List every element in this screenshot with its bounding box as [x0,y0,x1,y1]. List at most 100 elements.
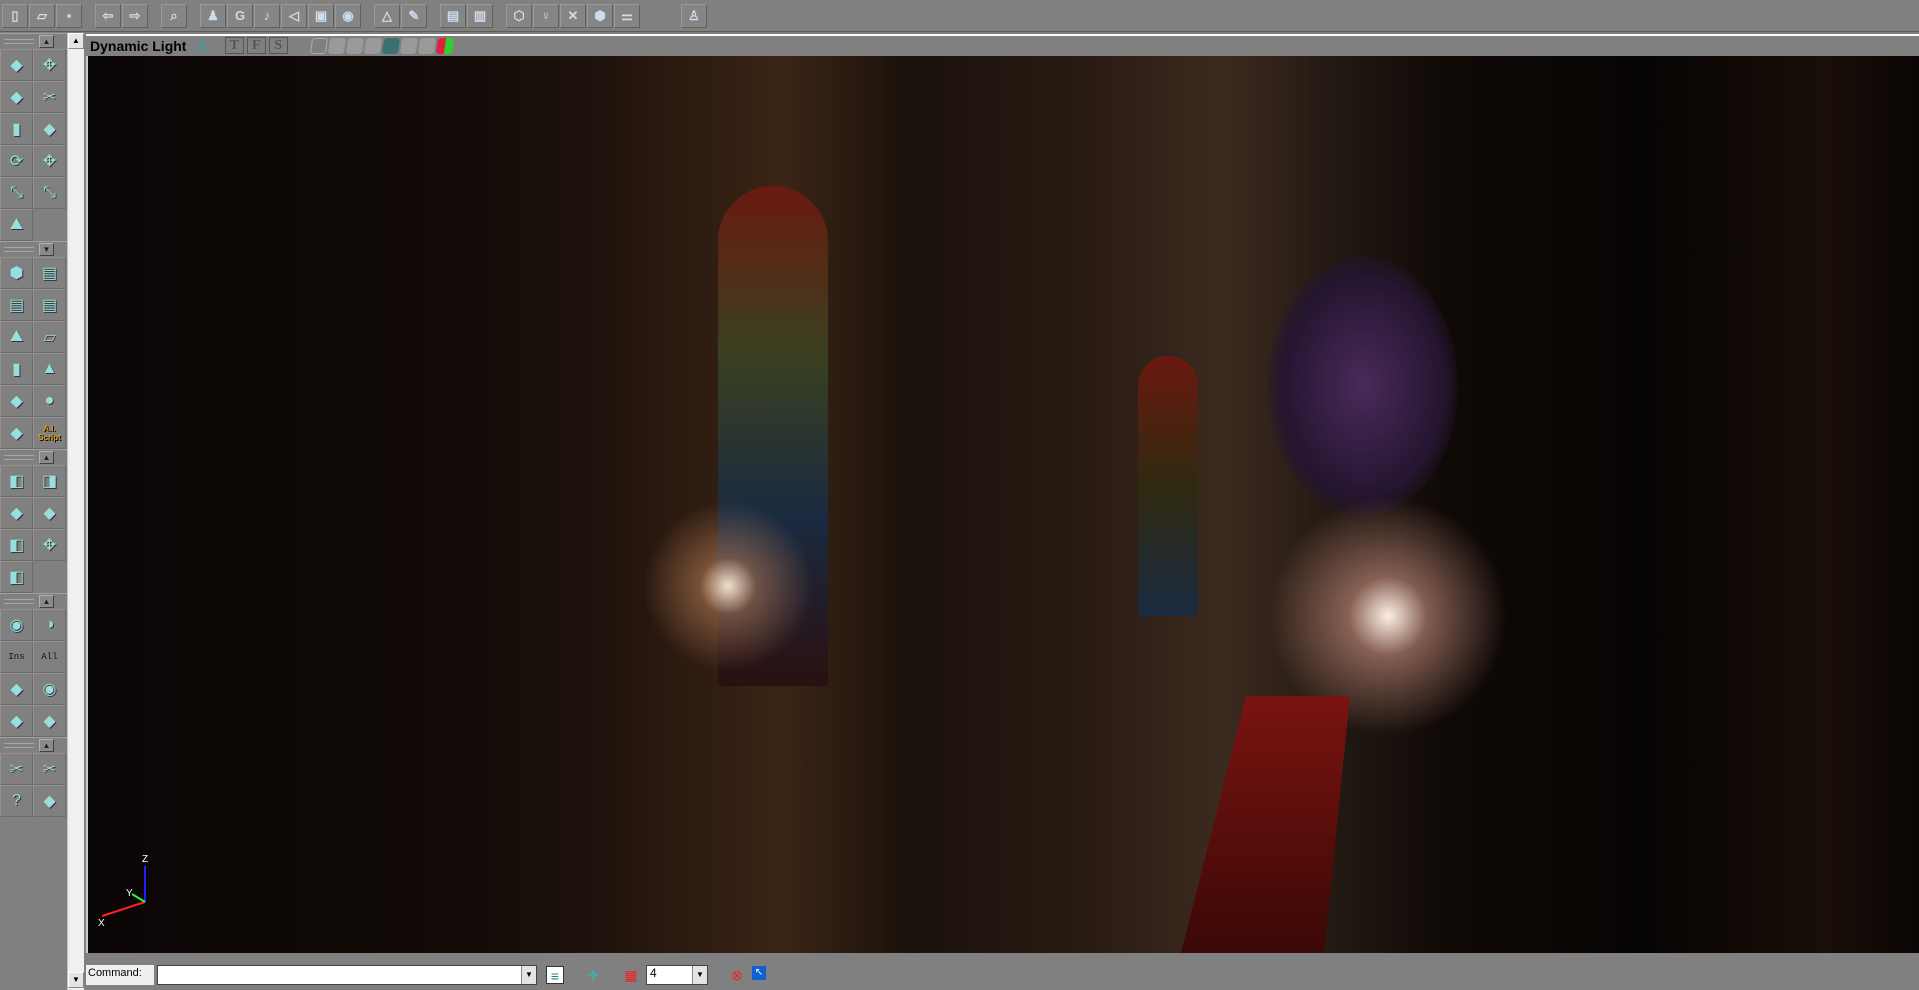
binoculars-search-button[interactable]: ⌕ [161,3,187,28]
view-s-button[interactable]: S [268,37,288,54]
camera-clip-icon[interactable]: ✂ [0,753,33,785]
move-actor-icon[interactable]: ✥ [33,145,66,177]
texture-usage-mode-icon[interactable] [435,37,454,54]
select-all-icon[interactable]: All [33,641,66,673]
rotation-grid-icon[interactable]: ⊗ [728,966,746,984]
grid-size-dropdown-button[interactable]: ▼ [692,966,707,984]
music-browser-button[interactable]: ♪ [254,3,280,28]
grip-handle[interactable] [4,599,34,604]
deintersect-brush-icon[interactable]: ◆ [33,497,66,529]
undo-arrow-button[interactable]: ⇦ [95,3,121,28]
align-grid-icon[interactable]: ◆ [0,705,33,737]
actor-properties-button[interactable]: ▤ [440,3,466,28]
play-level-joystick-button[interactable]: ♙ [681,3,707,28]
command-input[interactable]: ▼ [157,965,537,985]
intersect-brush-icon[interactable]: ◆ [0,497,33,529]
depth-complexity-mode-icon[interactable] [417,37,436,54]
viewport-title[interactable]: Dynamic Light [90,38,186,54]
build-options-button[interactable]: ⚌ [614,3,640,28]
ai-script-icon[interactable]: A.I. Script [33,417,66,449]
scale-icon[interactable]: ⤡ [0,177,33,209]
build-paths-button[interactable]: ✕ [560,3,586,28]
terrain-mode-icon[interactable]: ⛰ [0,209,33,241]
build-geometry-button[interactable]: ⬡ [506,3,532,28]
bsp-cuts-mode-icon[interactable] [345,37,364,54]
linear-stairs-icon[interactable]: ▤ [0,289,33,321]
add-special-brush-icon[interactable]: ◧ [0,529,33,561]
3d-viewport[interactable]: Z Y X [86,56,1919,953]
vertex-editing-button[interactable]: △ [374,3,400,28]
cylinder-rotate-icon[interactable]: ▮ [0,113,33,145]
textured-mode-icon[interactable] [363,37,382,54]
build-lighting-button[interactable]: ♀ [533,3,559,28]
cone-builder-icon[interactable]: ▲ [33,353,66,385]
log-window-icon[interactable]: ≡ [546,966,564,984]
lighting-only-mode-icon[interactable] [399,37,418,54]
camera-pivot-icon[interactable]: ✚ [584,966,602,984]
scroll-down-button[interactable]: ▼ [68,972,84,988]
grid-toggle-icon[interactable]: ▦ [622,966,640,984]
grip-handle[interactable] [4,455,34,460]
collapse-section-button[interactable]: ▲ [39,35,54,48]
tetrahedron-builder-icon[interactable]: ◆ [0,417,33,449]
sphere-builder-icon[interactable]: ● [33,385,66,417]
collapse-section-button[interactable]: ▼ [39,243,54,256]
cylinder-builder-icon[interactable]: ▮ [0,353,33,385]
brush-clip-split-icon[interactable]: ✂ [33,753,66,785]
show-selected-icon[interactable]: ◉ [0,609,33,641]
maximize-viewport-icon[interactable]: ↖ [752,966,766,980]
add-mover-icon[interactable]: ✥ [33,529,66,561]
group-browser-button[interactable]: G [227,3,253,28]
dynamic-light-mode-icon[interactable] [381,37,400,54]
vertex-icon[interactable]: ◆ [33,113,66,145]
open-folder-button[interactable]: ▱ [29,3,55,28]
no-scale-icon[interactable]: ⤡ [33,177,66,209]
camera-browse-icon[interactable]: ◆ [0,49,33,81]
hide-selected-icon[interactable]: ◑ [33,609,66,641]
rotate-icon[interactable]: ⟳ [0,145,33,177]
move-camera-icon[interactable]: ✥ [33,49,66,81]
invert-selection-icon[interactable]: ◆ [0,673,33,705]
add-volume-icon[interactable]: ◧ [0,561,33,593]
snap-vertices-icon[interactable]: ◆ [33,705,66,737]
eye-mesh-browser-button[interactable]: ◉ [335,3,361,28]
view-f-button[interactable]: F [246,37,266,54]
terrain-editing-button[interactable]: ✎ [401,3,427,28]
tool-panel-scrollbar[interactable]: ▲ ▼ [67,33,84,990]
volumetric-builder-icon[interactable]: ◆ [0,385,33,417]
command-dropdown-button[interactable]: ▼ [521,966,536,984]
help-icon[interactable]: ? [0,785,33,817]
terrain-builder-icon[interactable]: ⛰ [0,321,33,353]
grip-handle[interactable] [4,743,34,748]
save-button[interactable]: ▪ [56,3,82,28]
collapse-section-button[interactable]: ▲ [39,739,54,752]
surface-properties-button[interactable]: ▥ [467,3,493,28]
sheet-builder-icon[interactable]: ▱ [33,321,66,353]
grip-handle[interactable] [4,39,34,44]
texture-pan-icon[interactable]: ◆ [0,81,33,113]
select-inside-icon[interactable]: Ins [0,641,33,673]
collapse-section-button[interactable]: ▲ [39,595,54,608]
collapse-section-button[interactable]: ▲ [39,451,54,464]
viewport-locked-icon[interactable]: ♙ [194,36,208,56]
curved-stairs-icon[interactable]: ▤ [33,289,66,321]
sound-browser-button[interactable]: ◁ [281,3,307,28]
wireframe-mode-icon[interactable] [309,37,328,54]
texture-browser-button[interactable]: ▣ [308,3,334,28]
actor-browser-button[interactable]: ♟ [200,3,226,28]
view-t-button[interactable]: T [224,37,244,54]
subtract-brush-icon[interactable]: ◨ [33,465,66,497]
add-brush-icon[interactable]: ◧ [0,465,33,497]
redo-arrow-button[interactable]: ⇨ [122,3,148,28]
cube-builder-icon[interactable]: ⬢ [0,257,33,289]
scroll-up-button[interactable]: ▲ [68,33,84,49]
grid-size-select[interactable]: 4 ▼ [646,965,708,985]
navigation-icon[interactable]: ◆ [33,785,66,817]
new-file-button[interactable]: ▯ [2,3,28,28]
brush-clip-icon[interactable]: ✂ [33,81,66,113]
grip-handle[interactable] [4,247,34,252]
zone-mode-icon[interactable] [327,37,346,54]
build-all-button[interactable]: ⬢ [587,3,613,28]
stairs-builder-icon[interactable]: ▤ [33,257,66,289]
show-all-icon[interactable]: ◉ [33,673,66,705]
